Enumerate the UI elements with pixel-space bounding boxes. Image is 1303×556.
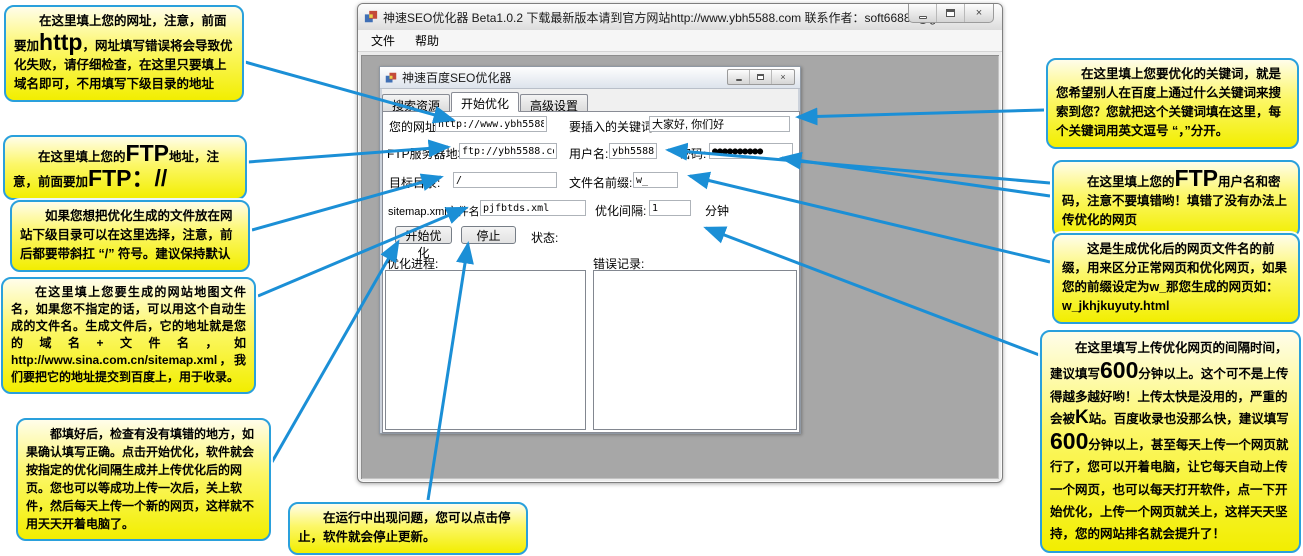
sitemap-label: sitemap.xml文件名: (388, 203, 483, 219)
username-label: 用户名: (569, 145, 608, 162)
callout-text: 都填好后，检查有没有填错的地方，如果确认填写正确。点击开始优化，软件就会按指定的… (26, 427, 254, 531)
callout-text-big: FTP：// (88, 165, 167, 191)
callout-text-big: 600 (1100, 357, 1138, 383)
keywords-label: 要插入的关键词: (569, 118, 656, 135)
callout-text: 在这里填上您的 (38, 150, 126, 164)
main-window: 神速SEO优化器 Beta1.0.2 下载最新版本请到官方网站http://ww… (357, 3, 1003, 483)
window-title: 神速SEO优化器 Beta1.0.2 下载最新版本请到官方网站http://ww… (383, 9, 984, 26)
callout-text: 站。百度收录也没那么快，建议填写 (1089, 412, 1289, 426)
optimization-progress-textarea[interactable] (385, 270, 586, 430)
child-app-icon (385, 72, 397, 84)
keywords-input[interactable] (649, 116, 790, 132)
menu-file[interactable]: 文件 (362, 29, 404, 52)
url-input[interactable] (435, 116, 547, 132)
interval-label: 优化间隔: (595, 202, 646, 219)
mdi-client-area: 神速百度SEO优化器 × 搜索资源 开始优化 高级设置 您的网址: 要插入的关键… (361, 55, 999, 479)
target-dir-label: 目标目录: (389, 174, 440, 191)
prefix-input[interactable] (633, 172, 678, 188)
close-icon: × (976, 8, 982, 19)
window-controls: × (908, 4, 994, 23)
close-icon: × (780, 73, 785, 82)
optimizer-child-window: 神速百度SEO优化器 × 搜索资源 开始优化 高级设置 您的网址: 要插入的关键… (379, 66, 801, 434)
minimize-button[interactable] (909, 4, 937, 22)
maximize-icon (946, 9, 955, 17)
menu-help[interactable]: 帮助 (406, 29, 448, 52)
tab-search-resources[interactable]: 搜索资源 (382, 94, 450, 112)
callout-start: 都填好后，检查有没有填错的地方，如果确认填写正确。点击开始优化，软件就会按指定的… (16, 418, 271, 541)
callout-stop: 在运行中出现问题，您可以点击停止，软件就会停止更新。 (288, 502, 528, 555)
callout-text: 在这里填上您要优化的关键词，就是您希望别人在百度上通过什么关键词来搜索到您？您就… (1056, 67, 1281, 138)
maximize-icon (757, 74, 764, 80)
callout-target-dir: 如果您想把优化生成的文件放在网站下级目录可以在这里选择，注意，前后都要带斜扛 “… (10, 200, 250, 272)
callout-text: 在运行中出现问题，您可以点击停止，软件就会停止更新。 (298, 511, 511, 544)
callout-text: 在这里填上您要生成的网站地图文件名，如果您不指定的话，可以用这个自动生成的文件名… (11, 285, 246, 384)
password-input[interactable] (709, 143, 793, 159)
url-label: 您的网址: (389, 118, 440, 135)
child-window-controls: × (727, 69, 795, 85)
child-window-title: 神速百度SEO优化器 (402, 69, 511, 86)
main-titlebar[interactable]: 神速SEO优化器 Beta1.0.2 下载最新版本请到官方网站http://ww… (358, 4, 1002, 30)
callout-prefix: 这是生成优化后的网页文件名的前缀，用来区分正常网页和优化网页，如果您的前缀设定为… (1052, 233, 1300, 324)
callout-text: 如果您想把优化生成的文件放在网站下级目录可以在这里选择，注意，前后都要带斜扛 “… (20, 209, 233, 261)
callout-text-big: K (1075, 407, 1089, 428)
interval-input[interactable] (649, 200, 691, 216)
tab-advanced-settings[interactable]: 高级设置 (520, 94, 588, 112)
callout-text-big: FTP (126, 140, 169, 166)
callout-sitemap: 在这里填上您要生成的网站地图文件名，如果您不指定的话，可以用这个自动生成的文件名… (1, 277, 256, 394)
tabstrip: 搜索资源 开始优化 高级设置 (382, 91, 589, 111)
maximize-button[interactable] (937, 4, 965, 22)
minimize-icon (919, 16, 927, 19)
app-icon (364, 10, 378, 24)
callout-text: 在这里填上您的 (1087, 175, 1175, 189)
callout-text-big: http (39, 29, 82, 55)
menubar: 文件 帮助 (358, 30, 1002, 52)
interval-unit-label: 分钟 (705, 202, 729, 219)
tab-start-optimization[interactable]: 开始优化 (451, 92, 519, 112)
stop-button[interactable]: 停止 (461, 226, 516, 244)
callout-keywords: 在这里填上您要优化的关键词，就是您希望别人在百度上通过什么关键词来搜索到您？您就… (1046, 58, 1299, 149)
child-maximize-button[interactable] (750, 70, 772, 84)
password-label: 密码: (679, 145, 706, 162)
start-optimization-panel: 您的网址: 要插入的关键词: FTP服务器地址: 用户名: 密码: 目标目录: … (382, 111, 800, 433)
callout-text-big: FTP (1175, 165, 1218, 191)
status-label: 状态: (531, 229, 558, 246)
child-close-button[interactable]: × (772, 70, 794, 84)
target-dir-input[interactable] (453, 172, 557, 188)
start-optimization-button[interactable]: 开始优化 (395, 226, 452, 244)
callout-text: 这是生成优化后的网页文件名的前缀，用来区分正常网页和优化网页，如果您的前缀设定为… (1062, 242, 1287, 313)
minimize-icon (736, 79, 742, 81)
callout-ftp-address: 在这里填上您的FTP地址，注意，前面要加FTP：// (3, 135, 247, 200)
callout-interval: 在这里填写上传优化网页的间隔时间，建议填写600分钟以上。这个可不是上传得越多越… (1040, 330, 1301, 553)
prefix-label: 文件名前缀: (569, 174, 632, 191)
sitemap-input[interactable] (480, 200, 586, 216)
child-minimize-button[interactable] (728, 70, 750, 84)
ftp-server-input[interactable] (459, 143, 557, 159)
username-input[interactable] (609, 143, 657, 159)
callout-text-big: 600 (1050, 428, 1088, 454)
callout-ftp-account: 在这里填上您的FTP用户名和密码，注意不要填错哟！填错了没有办法上传优化的网页 (1052, 160, 1300, 238)
error-log-textarea[interactable] (593, 270, 797, 430)
callout-website: 在这里填上您的网址，注意，前面要加http，网址填写错误将会导致优化失败，请仔细… (4, 5, 244, 102)
close-button[interactable]: × (965, 4, 993, 22)
